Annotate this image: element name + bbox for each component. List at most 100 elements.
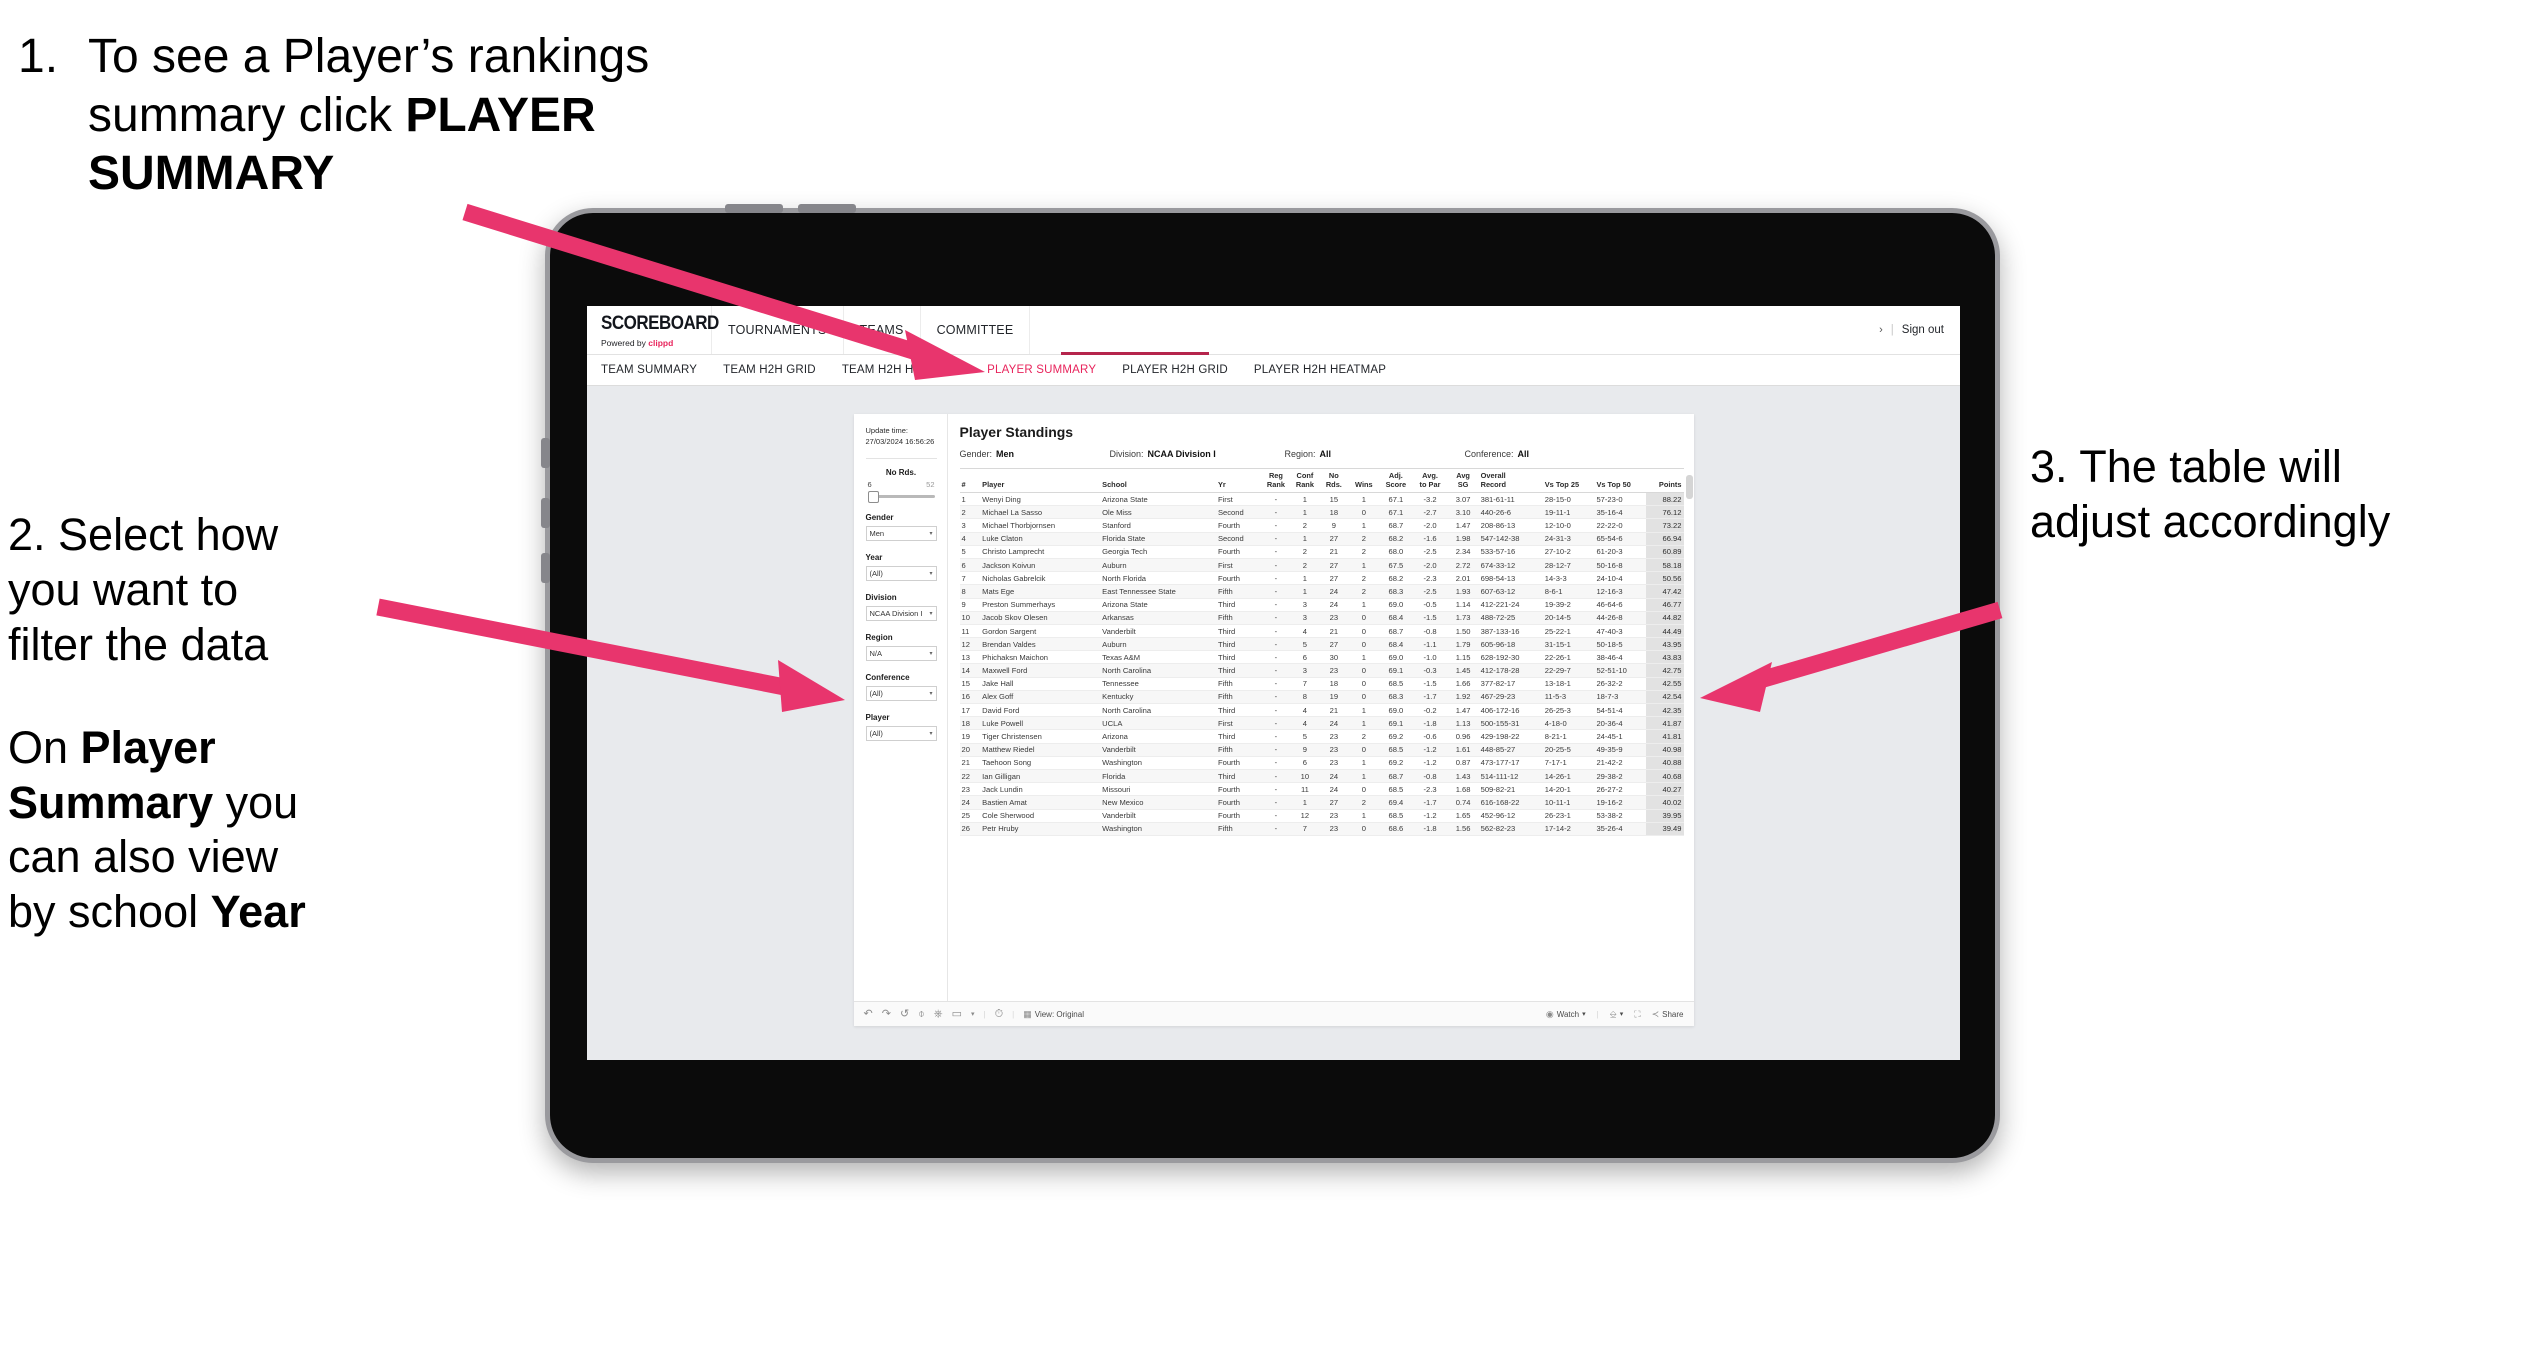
cell-rec: 488-72-25 xyxy=(1478,611,1543,625)
col-yr[interactable]: Yr xyxy=(1215,467,1262,494)
cell-player: Jackson Koivun xyxy=(980,558,1101,573)
no-rds-slider[interactable] xyxy=(866,490,937,503)
fullscreen-button[interactable]: ⛶ xyxy=(1634,1009,1640,1019)
filter-division-label: Division xyxy=(865,592,897,602)
cell-t25: 20-14-5 xyxy=(1542,611,1595,625)
subnav-player-summary[interactable]: PLAYER SUMMARY xyxy=(987,364,1113,376)
cell-nords: 21 xyxy=(1319,624,1349,639)
filter-division-select[interactable]: NCAA Division I ▾ xyxy=(865,605,937,621)
col-conf-rank[interactable]: Conf Rank xyxy=(1290,467,1320,494)
chevron-right-icon[interactable]: › xyxy=(1879,324,1883,336)
filter-year-select[interactable]: (All) ▾ xyxy=(865,565,937,581)
table-row[interactable]: 7 Nicholas Gabrelcik North Florida Fourth -1… xyxy=(959,571,1684,586)
table-row[interactable]: 25 Cole Sherwood Vanderbilt Fourth -12 23 1 68.… xyxy=(959,809,1684,823)
col-school[interactable]: School xyxy=(1100,467,1216,494)
table-row[interactable]: 23 Jack Lundin Missouri Fourth -11 24 0 68.5 -2.… xyxy=(959,782,1684,797)
table-row[interactable]: 18 Luke Powell UCLA First -4 24 1 69.1 -1.8 1.13 5… xyxy=(959,716,1684,731)
sign-out-link[interactable]: Sign out xyxy=(1902,324,1944,336)
table-row[interactable]: 17 David Ford North Carolina Third -4 21 1 69.0… xyxy=(959,703,1684,718)
cell-player: Michael Thorbjornsen xyxy=(980,518,1101,533)
table-row[interactable]: 12 Brendan Valdes Auburn Third -5 27 0 68.4 -1.1… xyxy=(959,637,1684,652)
nav-item-tournaments[interactable]: TOURNAMENTS xyxy=(712,306,844,354)
col-vs-top-25[interactable]: Vs Top 25 xyxy=(1542,467,1595,494)
cell-yr: Fifth xyxy=(1215,690,1262,705)
table-scrollbar[interactable] xyxy=(1685,475,1693,499)
watch-button[interactable]: ◉ Watch ▾ xyxy=(1546,1009,1586,1019)
cell-num: 25 xyxy=(959,809,981,823)
redo-icon[interactable]: ↷ xyxy=(882,1008,891,1020)
viz-toolbar: ↶ ↷ ↺ ⌽ ⎈ ▭ ▾ | ⏱ | ▦ View: Original ◉ Wat… xyxy=(853,1001,1694,1026)
app-logo[interactable]: SCOREBOARD Powered by clippd xyxy=(587,306,719,354)
cell-nords: 27 xyxy=(1319,532,1349,546)
cell-reg: - xyxy=(1261,532,1291,546)
table-row[interactable]: 8 Mats Ege East Tennessee State Fifth -1 24 2 6… xyxy=(959,584,1684,599)
table-row[interactable]: 3 Michael Thorbjornsen Stanford Fourth -2 9 1 6… xyxy=(959,518,1684,533)
rect-select-icon[interactable]: ▭ xyxy=(952,1008,962,1020)
col-player[interactable]: Player xyxy=(980,467,1101,494)
col-avg-sg[interactable]: Avg SG xyxy=(1447,467,1479,494)
subnav-team-h2h-heatmap[interactable]: TEAM H2H HEATMAP xyxy=(842,364,978,376)
undo-icon[interactable]: ↶ xyxy=(864,1008,873,1020)
table-row[interactable]: 21 Taehoon Song Washington Fourth -6 23 1 69.2-… xyxy=(959,756,1684,770)
col-overall-record[interactable]: Overall Record xyxy=(1478,467,1543,494)
share-button[interactable]: ≺ Share xyxy=(1652,1009,1684,1019)
pause-icon[interactable]: ⎈ xyxy=(934,1008,943,1020)
subnav-player-h2h-heatmap[interactable]: PLAYER H2H HEATMAP xyxy=(1254,364,1403,376)
cell-adj: 69.1 xyxy=(1379,716,1413,731)
history-icon[interactable]: ⏱ xyxy=(995,1008,1004,1020)
col-wins[interactable]: Wins xyxy=(1348,467,1380,494)
col-no-rds[interactable]: No Rds. xyxy=(1319,467,1349,494)
subnav-team-summary[interactable]: TEAM SUMMARY xyxy=(601,364,714,376)
table-row[interactable]: 15 Jake Hall Tennessee Fifth -7 18 0 68.5 -1.5 1.… xyxy=(959,677,1684,691)
table-row[interactable]: 14 Maxwell Ford North Carolina Third -3 23 0 69… xyxy=(959,663,1684,678)
table-row[interactable]: 6 Jackson Koivun Auburn First -2 27 1 67.5 -2.0 2… xyxy=(959,558,1684,573)
table-row[interactable]: 19 Tiger Christensen Arizona Third -5 23 2 69.2… xyxy=(959,729,1684,744)
cell-t50: 61-20-3 xyxy=(1594,545,1647,559)
table-row[interactable]: 11 Gordon Sargent Vanderbilt Third -4 21 0 68.7… xyxy=(959,624,1684,639)
col-reg-rank[interactable]: Reg Rank xyxy=(1261,467,1291,494)
cell-wins: 0 xyxy=(1348,782,1380,797)
table-row[interactable]: 20 Matthew Riedel Vanderbilt Fifth -9 23 0 68.5… xyxy=(959,743,1684,757)
table-row[interactable]: 9 Preston Summerhays Arizona State Third -3 2… xyxy=(959,598,1684,612)
table-row[interactable]: 1 Wenyi Ding Arizona State First -1 15 1 67.1 -3… xyxy=(959,492,1684,507)
col-avg-to-par[interactable]: Avg. to Par xyxy=(1412,467,1448,494)
col-rank[interactable]: # xyxy=(959,467,981,494)
table-row[interactable]: 22 Ian Gilligan Florida Third -10 24 1 68.7 -0.8… xyxy=(959,769,1684,784)
col-adj-score[interactable]: Adj. Score xyxy=(1379,467,1413,494)
filter-region-select[interactable]: N/A ▾ xyxy=(865,645,937,661)
table-row[interactable]: 16 Alex Goff Kentucky Fifth -8 19 0 68.3 -1.7 1.9… xyxy=(959,690,1684,705)
table-row[interactable]: 26 Petr Hruby Washington Fifth -7 23 0 68.6 -1.8… xyxy=(959,822,1684,836)
col-vs-top-50[interactable]: Vs Top 50 xyxy=(1594,467,1647,494)
table-row[interactable]: 24 Bastien Amat New Mexico Fourth -1 27 2 69.4-… xyxy=(959,795,1684,810)
table-row[interactable]: 5 Christo Lamprecht Georgia Tech Fourth -2 21… xyxy=(959,545,1684,559)
table-row[interactable]: 4 Luke Claton Florida State Second -1 27 2 68.2… xyxy=(959,532,1684,546)
cell-adj: 68.7 xyxy=(1379,518,1413,533)
filter-conference-select[interactable]: (All) ▾ xyxy=(865,685,937,701)
cell-rec: 562-82-23 xyxy=(1478,822,1543,836)
download-button[interactable]: ⎒ ▾ xyxy=(1610,1009,1624,1019)
nav-item-committee[interactable]: COMMITTEE xyxy=(921,306,1031,354)
table-row[interactable]: 2 Michael La Sasso Ole Miss Second -1 18 0 67.1… xyxy=(959,505,1684,520)
slider-handle[interactable] xyxy=(867,490,879,503)
cell-t50: 38-46-4 xyxy=(1594,650,1647,665)
share-label: Share xyxy=(1662,1009,1684,1019)
table-row[interactable]: 13 Phichaksn Maichon Texas A&M Third -6 30 1 69… xyxy=(959,650,1684,665)
chevron-down-icon[interactable]: ▾ xyxy=(971,1011,975,1018)
subnav-team-h2h-grid[interactable]: TEAM H2H GRID xyxy=(723,364,833,376)
refresh-icon[interactable]: ⌽ xyxy=(918,1008,925,1020)
cell-num: 3 xyxy=(959,518,981,533)
filter-conference-value: (All) xyxy=(869,688,883,698)
cell-reg: - xyxy=(1261,782,1291,797)
view-original-button[interactable]: ▦ View: Original xyxy=(1023,1009,1084,1019)
table-row[interactable]: 10 Jacob Skov Olesen Arkansas Fifth -3 23 0 68.… xyxy=(959,611,1684,625)
cell-pts: 42.55 xyxy=(1646,677,1684,691)
subnav-player-h2h-grid[interactable]: PLAYER H2H GRID xyxy=(1122,364,1245,376)
col-points[interactable]: Points xyxy=(1646,467,1684,494)
nav-item-teams[interactable]: TEAMS xyxy=(844,306,921,354)
cell-t50: 26-27-2 xyxy=(1594,782,1647,797)
cell-school: UCLA xyxy=(1100,716,1216,731)
filter-player-select[interactable]: (All) ▾ xyxy=(865,725,937,741)
viz-main: Player Standings Gender: Men Division: NCA… xyxy=(948,414,1694,1001)
filter-gender-select[interactable]: Men ▾ xyxy=(865,525,937,541)
revert-icon[interactable]: ↺ xyxy=(900,1008,909,1020)
